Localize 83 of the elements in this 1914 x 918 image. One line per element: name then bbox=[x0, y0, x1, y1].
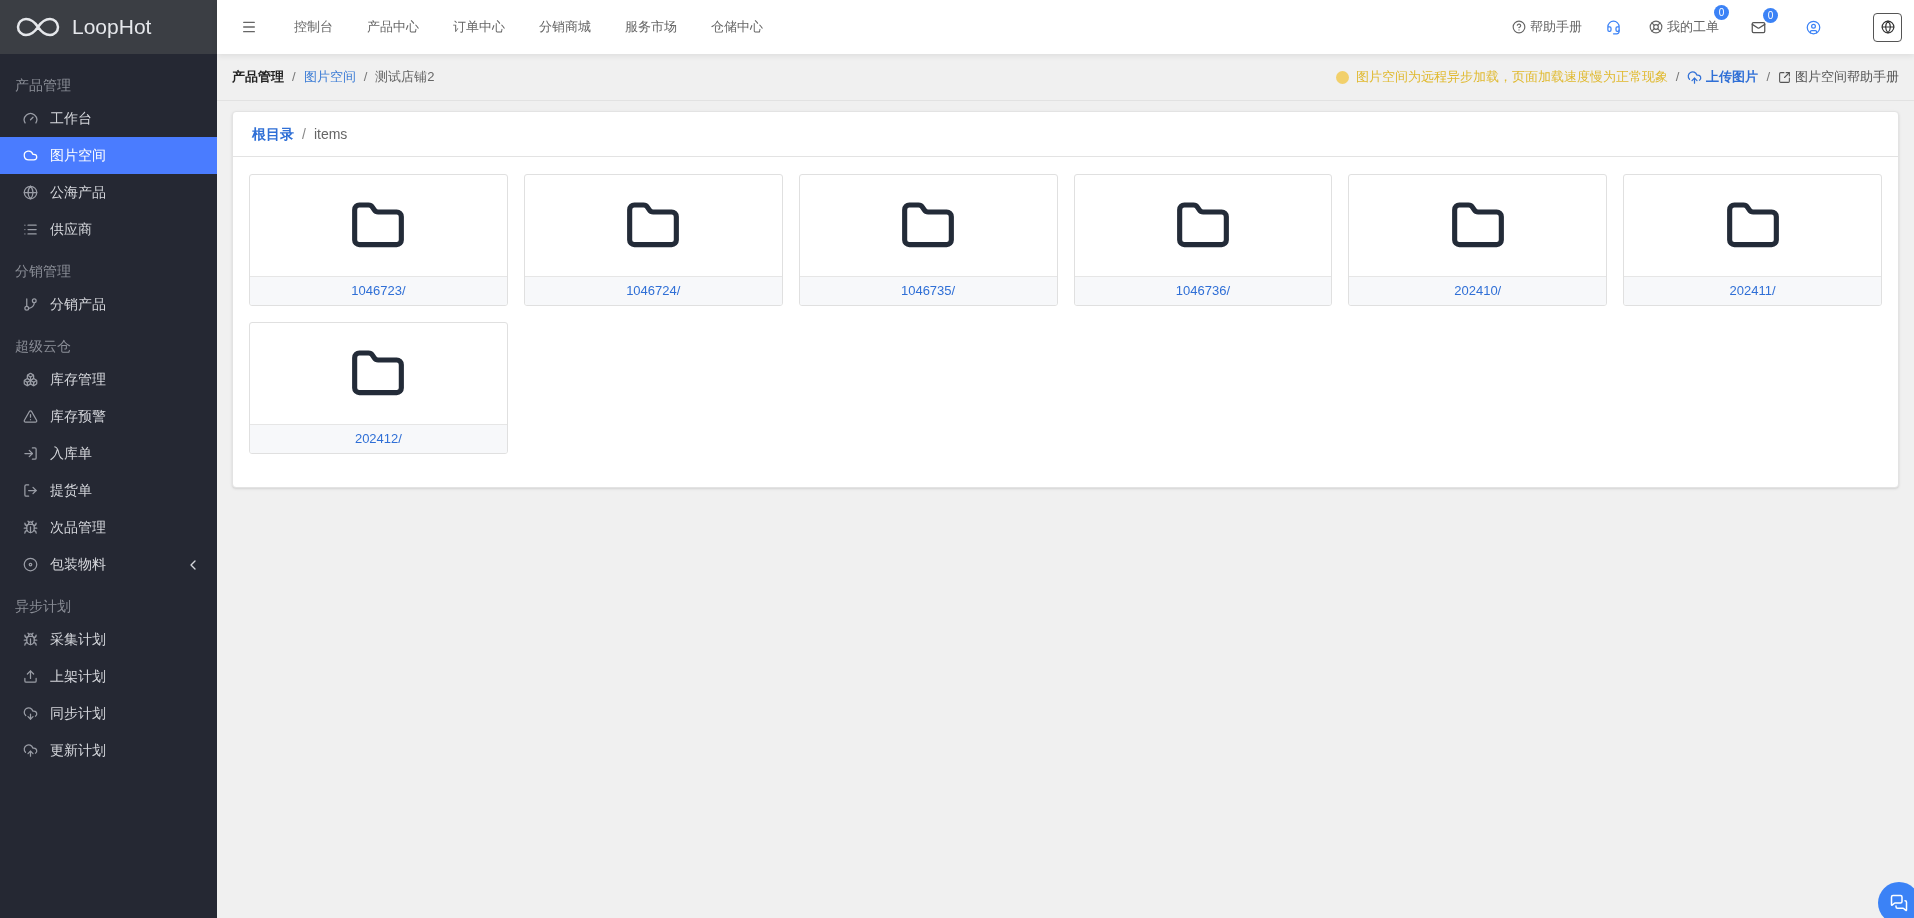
nav-link[interactable]: 订单中心 bbox=[436, 17, 522, 37]
separator: / bbox=[292, 68, 296, 87]
bug-icon bbox=[23, 632, 38, 647]
share-icon bbox=[1778, 70, 1791, 84]
separator: / bbox=[302, 124, 306, 144]
nav-link[interactable]: 服务市场 bbox=[608, 17, 694, 37]
folder-card[interactable]: 1046735/ bbox=[798, 174, 1058, 306]
folder-card[interactable]: 202411/ bbox=[1623, 174, 1882, 306]
cloud-upload-icon bbox=[1687, 69, 1703, 85]
sidebar-item[interactable]: 采集计划 bbox=[0, 621, 217, 658]
globe-icon bbox=[23, 185, 38, 200]
separator: / bbox=[1675, 68, 1680, 87]
cloud-download-icon bbox=[23, 706, 38, 721]
upload-icon bbox=[23, 669, 38, 684]
sidebar-item[interactable]: 更新计划 bbox=[0, 732, 217, 769]
sidebar-item[interactable]: 库存管理 bbox=[0, 361, 217, 398]
sidebar-item[interactable]: 工作台 bbox=[0, 100, 217, 137]
branch-icon bbox=[23, 297, 38, 312]
sidebar-item[interactable]: 包装物料 bbox=[0, 546, 217, 583]
breadcrumb-link[interactable]: 图片空间 bbox=[303, 67, 356, 87]
section-title: 超级云仓 bbox=[14, 337, 72, 356]
lifebuoy-icon bbox=[1649, 20, 1663, 34]
menu-icon[interactable] bbox=[241, 19, 257, 35]
sidebar-item[interactable]: 次品管理 bbox=[0, 509, 217, 546]
path-link[interactable]: 根目录 bbox=[252, 123, 294, 145]
folder-name: 1046723/ bbox=[250, 276, 507, 305]
count-badge: 0 bbox=[1763, 7, 1778, 23]
separator: / bbox=[363, 68, 368, 87]
warning-icon bbox=[23, 409, 38, 424]
globe-icon bbox=[1880, 20, 1895, 34]
sidebar-item[interactable]: 公海产品 bbox=[0, 174, 217, 211]
cloud-upload-icon bbox=[23, 743, 38, 758]
sidebar-item[interactable]: 提货单 bbox=[0, 472, 217, 509]
folder-card[interactable]: 202410/ bbox=[1348, 174, 1608, 306]
nav-link[interactable]: 产品中心 bbox=[350, 17, 436, 37]
nav-link[interactable]: 仓储中心 bbox=[694, 17, 780, 37]
boxes-icon bbox=[23, 372, 38, 387]
sidebar-item[interactable]: 同步计划 bbox=[0, 695, 217, 732]
section-title: 分销管理 bbox=[14, 262, 72, 281]
help-link[interactable]: 帮助手册 bbox=[1512, 17, 1582, 37]
sidebar-item[interactable]: 供应商 bbox=[0, 211, 217, 248]
logo-text: LoopHot bbox=[72, 14, 152, 41]
folder-name: 1046724/ bbox=[524, 276, 782, 305]
sidebar-item[interactable]: 上架计划 bbox=[0, 658, 217, 695]
cloud-icon bbox=[23, 148, 38, 163]
infinity-logo-icon bbox=[16, 16, 60, 38]
sign-in-icon bbox=[23, 446, 38, 461]
folder-card[interactable]: 1046723/ bbox=[249, 174, 508, 306]
nav-link[interactable]: 控制台 bbox=[277, 17, 350, 37]
folder-card[interactable]: 202412/ bbox=[249, 322, 508, 454]
section-title: 产品管理 bbox=[14, 76, 72, 95]
mail-icon[interactable] bbox=[1751, 19, 1766, 35]
sidebar-item[interactable]: 分销产品 bbox=[0, 286, 217, 323]
sign-out-icon bbox=[23, 483, 38, 498]
folder-name: 202412/ bbox=[250, 424, 507, 453]
chat-button[interactable] bbox=[1878, 882, 1914, 918]
folder-name: 202410/ bbox=[1349, 276, 1607, 305]
notice-text: 图片空间为远程异步加载，页面加载速度慢为正常现象 bbox=[1355, 68, 1668, 87]
sidebar-item[interactable]: 库存预警 bbox=[0, 398, 217, 435]
folder-name: 202411/ bbox=[1624, 276, 1881, 305]
path-item: items bbox=[313, 124, 348, 144]
chat-icon bbox=[1890, 894, 1908, 912]
folder-name: 1046735/ bbox=[799, 276, 1057, 305]
help-link[interactable]: 图片空间帮助手册 bbox=[1778, 67, 1899, 87]
user-icon[interactable] bbox=[1806, 19, 1821, 35]
separator: / bbox=[1766, 68, 1770, 87]
bug-icon bbox=[23, 520, 38, 535]
help-icon bbox=[1512, 20, 1526, 34]
breadcrumb-item: 测试店铺2 bbox=[375, 68, 435, 87]
sidebar-item[interactable]: 入库单 bbox=[0, 435, 217, 472]
breadcrumb-item: 产品管理 bbox=[232, 68, 284, 87]
sidebar-item[interactable]: 图片空间 bbox=[0, 137, 217, 174]
nav-link[interactable]: 分销商城 bbox=[522, 17, 608, 37]
count-badge: 0 bbox=[1714, 5, 1729, 21]
folder-card[interactable]: 1046724/ bbox=[523, 174, 783, 306]
language-button[interactable] bbox=[1873, 12, 1902, 42]
folder-card[interactable]: 1046736/ bbox=[1073, 174, 1333, 306]
section-title: 异步计划 bbox=[14, 597, 72, 616]
gauge-icon bbox=[23, 111, 38, 126]
headset-icon[interactable] bbox=[1606, 19, 1621, 35]
folder-name: 1046736/ bbox=[1074, 276, 1332, 305]
list-icon bbox=[23, 222, 38, 237]
upload-link[interactable]: 上传图片 bbox=[1687, 67, 1759, 87]
